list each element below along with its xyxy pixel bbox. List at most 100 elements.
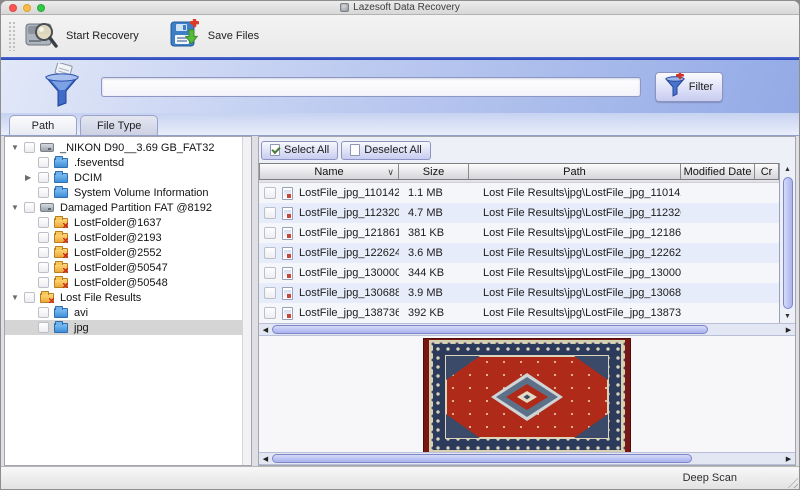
file-row[interactable]: LostFile_jpg_110142.... 1.1 MB Lost File… — [259, 183, 779, 203]
filter-button[interactable]: Filter — [655, 72, 723, 102]
title-bar: Lazesoft Data Recovery — [1, 1, 799, 15]
row-checkbox[interactable] — [264, 267, 276, 279]
tree-item-fseventsd[interactable]: .fseventsd — [5, 155, 251, 170]
tree-item-avi[interactable]: avi — [5, 305, 251, 320]
tab-strip: Path File Type — [1, 113, 799, 136]
tree-item-damaged-partition[interactable]: ▼ Damaged Partition FAT @8192 — [5, 200, 251, 215]
row-checkbox[interactable] — [264, 227, 276, 239]
status-bar: Deep Scan — [1, 466, 799, 489]
tab-path[interactable]: Path — [9, 115, 77, 135]
funnel-plus-icon — [665, 73, 685, 100]
tab-file-type[interactable]: File Type — [80, 115, 158, 135]
tree-item-jpg[interactable]: jpg — [5, 320, 251, 335]
tree-item-lost-file-results[interactable]: ▼ Lost File Results — [5, 290, 251, 305]
close-button[interactable] — [9, 4, 17, 12]
tree-checkbox[interactable] — [24, 142, 35, 153]
tree-checkbox[interactable] — [38, 262, 49, 273]
folder-icon — [54, 307, 69, 318]
expander-closed-icon[interactable]: ▶ — [25, 173, 38, 182]
blank-page-icon — [350, 144, 360, 156]
expander-open-icon[interactable]: ▼ — [11, 143, 24, 152]
column-header-path[interactable]: Path — [469, 164, 681, 179]
row-checkbox[interactable] — [264, 247, 276, 259]
row-checkbox[interactable] — [264, 307, 276, 319]
file-row[interactable]: LostFile_jpg_112320.... 4.7 MB Lost File… — [259, 203, 779, 223]
tree-checkbox[interactable] — [38, 217, 49, 228]
jpg-file-icon — [282, 247, 293, 260]
vertical-scroll-thumb[interactable] — [783, 177, 793, 309]
jpg-file-icon — [282, 287, 293, 300]
expander-open-icon[interactable]: ▼ — [11, 203, 24, 212]
tree-item-lostfolder-2552[interactable]: LostFolder@2552 — [5, 245, 251, 260]
lost-folder-icon — [54, 247, 69, 258]
column-header-name[interactable]: Name ∨ — [259, 164, 399, 179]
app-window: Lazesoft Data Recovery Start Recovery — [0, 0, 800, 490]
tree-checkbox[interactable] — [38, 232, 49, 243]
scroll-left-icon[interactable]: ◀ — [259, 326, 272, 334]
file-row[interactable]: LostFile_jpg_130000.... 344 KB Lost File… — [259, 263, 779, 283]
tree-item-system-volume-information[interactable]: System Volume Information — [5, 185, 251, 200]
zoom-button[interactable] — [37, 4, 45, 12]
toolbar-gripper — [8, 21, 17, 51]
filter-button-label: Filter — [689, 81, 713, 93]
tree-checkbox[interactable] — [38, 277, 49, 288]
jpg-file-icon — [282, 187, 293, 200]
resize-grip[interactable] — [785, 475, 798, 488]
column-header-created-truncated[interactable]: Cr — [755, 164, 779, 179]
folder-icon — [54, 187, 69, 198]
tree-checkbox[interactable] — [38, 157, 49, 168]
horizontal-scroll-thumb[interactable] — [272, 325, 708, 334]
tree-checkbox[interactable] — [38, 172, 49, 183]
tree-checkbox[interactable] — [38, 247, 49, 258]
folder-icon — [54, 322, 69, 333]
table-header: Name ∨ Size Path Modified Date — [259, 163, 779, 180]
table-vertical-scrollbar[interactable]: ▲ ▼ — [779, 163, 795, 323]
folder-icon — [54, 172, 69, 183]
horizontal-scroll-thumb[interactable] — [272, 454, 692, 463]
file-row[interactable]: LostFile_jpg_138736.... 392 KB Lost File… — [259, 303, 779, 323]
tree-item-nikon-volume[interactable]: ▼ _NIKON D90__3.69 GB_FAT32 — [5, 140, 251, 155]
recovered-photo-preview-rug — [423, 338, 631, 452]
table-horizontal-scrollbar[interactable]: ◀ ▶ — [259, 323, 795, 336]
row-checkbox[interactable] — [264, 207, 276, 219]
filter-input[interactable] — [101, 77, 641, 97]
minimize-button[interactable] — [23, 4, 31, 12]
scroll-left-icon[interactable]: ◀ — [259, 455, 272, 463]
jpg-file-icon — [282, 207, 293, 220]
tree-item-dcim[interactable]: ▶ DCIM — [5, 170, 251, 185]
folder-icon — [54, 157, 69, 168]
row-checkbox[interactable] — [264, 187, 276, 199]
tree-vertical-scrollbar[interactable] — [242, 137, 251, 465]
scroll-up-icon[interactable]: ▲ — [780, 163, 795, 176]
file-row[interactable]: LostFile_jpg_130688.... 3.9 MB Lost File… — [259, 283, 779, 303]
deselect-all-button[interactable]: Deselect All — [341, 141, 430, 160]
checked-page-icon — [270, 144, 280, 156]
column-header-modified-date[interactable]: Modified Date — [681, 164, 755, 179]
sort-indicator-icon[interactable]: ∨ — [387, 167, 394, 178]
save-files-button[interactable]: Save Files — [169, 19, 259, 54]
expander-open-icon[interactable]: ▼ — [11, 293, 24, 302]
tree-checkbox[interactable] — [38, 187, 49, 198]
jpg-file-icon — [282, 307, 293, 320]
tree-item-lostfolder-50548[interactable]: LostFolder@50548 — [5, 275, 251, 290]
start-recovery-button[interactable]: Start Recovery — [25, 19, 139, 54]
lost-folder-icon — [54, 262, 69, 273]
tree-item-lostfolder-2193[interactable]: LostFolder@2193 — [5, 230, 251, 245]
select-all-button[interactable]: Select All — [261, 141, 338, 160]
preview-horizontal-scrollbar[interactable]: ◀ ▶ — [259, 452, 795, 465]
tree-item-lostfolder-1637[interactable]: LostFolder@1637 — [5, 215, 251, 230]
folder-tree-panel: ▼ _NIKON D90__3.69 GB_FAT32 .fseventsd ▶… — [4, 136, 252, 466]
file-table: Name ∨ Size Path Modified Date — [259, 163, 795, 323]
tree-checkbox[interactable] — [24, 292, 35, 303]
file-row[interactable]: LostFile_jpg_121861.... 381 KB Lost File… — [259, 223, 779, 243]
row-checkbox[interactable] — [264, 287, 276, 299]
tree-checkbox[interactable] — [38, 322, 49, 333]
column-header-size[interactable]: Size — [399, 164, 469, 179]
tree-checkbox[interactable] — [38, 307, 49, 318]
scroll-right-icon[interactable]: ▶ — [782, 326, 795, 334]
file-row[interactable]: LostFile_jpg_122624.... 3.6 MB Lost File… — [259, 243, 779, 263]
tree-item-lostfolder-50547[interactable]: LostFolder@50547 — [5, 260, 251, 275]
scroll-down-icon[interactable]: ▼ — [780, 310, 795, 323]
scroll-right-icon[interactable]: ▶ — [782, 455, 795, 463]
tree-checkbox[interactable] — [24, 202, 35, 213]
